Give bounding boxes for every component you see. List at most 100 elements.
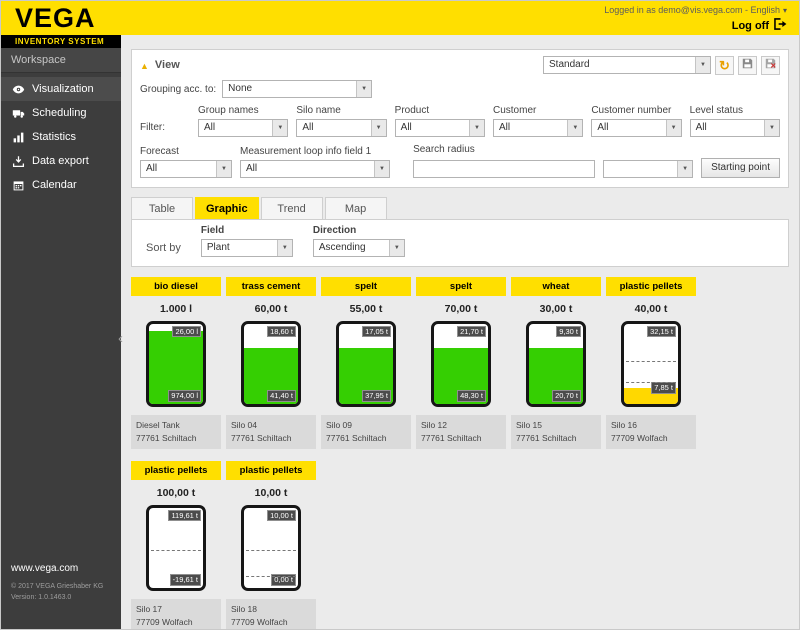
filter-field-label: Group names [198, 105, 288, 116]
silo-card-diesel-tank[interactable]: bio diesel 1.000 l 26,00 l 974,00 l Dies… [131, 277, 221, 449]
view-preset-select[interactable]: Standard [543, 56, 711, 74]
filter-field-label: Level status [690, 105, 780, 116]
sort-field-select[interactable]: Plant [201, 239, 293, 257]
silo-location: 77761 Schiltach [421, 432, 501, 445]
top-header: VEGA Logged in as demo@vis.vega.com - En… [1, 1, 799, 35]
sidebar-item-calendar[interactable]: Calendar [1, 173, 121, 197]
filter-selects-row1: Group names All Silo name All Product Al… [198, 105, 780, 137]
collapse-arrow-icon[interactable] [140, 56, 149, 74]
filter-select-silo-name[interactable]: All [296, 119, 386, 137]
grouping-value: None [228, 83, 252, 94]
filter-row-2: Forecast All Measurement loop info field… [140, 144, 780, 178]
grouping-select[interactable]: None [222, 80, 372, 98]
silo-capacity-label: 1.000 l [131, 296, 221, 321]
filter-field: Silo name All [296, 105, 386, 137]
filter-field: Measurement loop info field 1 All [240, 146, 390, 178]
tank-top-badge: 18,60 t [267, 326, 296, 338]
silo-card-silo-16[interactable]: plastic pellets 40,00 t 32,15 t 7,85 t S… [606, 277, 696, 449]
filter-field-label: Silo name [296, 105, 386, 116]
filter-select-group-names[interactable]: All [198, 119, 288, 137]
silo-tank-graphic: 10,00 t 0,00 t [241, 505, 301, 591]
tab-map[interactable]: Map [325, 197, 387, 219]
sidebar-collapse-handle[interactable]: ‹ [118, 332, 123, 346]
tab-graphic[interactable]: Graphic [195, 197, 259, 219]
save-view-button[interactable] [738, 56, 757, 75]
logoff-button[interactable]: Log off [604, 18, 787, 33]
silo-product-label: spelt [416, 277, 506, 296]
filter-field: Forecast All [140, 146, 232, 178]
silo-card-silo-18[interactable]: plastic pellets 10,00 t 10,00 t 0,00 t S… [226, 461, 316, 629]
tab-label: Graphic [206, 203, 248, 215]
workspace-title: Workspace [1, 48, 121, 73]
silo-tank-graphic: 21,70 t 48,30 t [431, 321, 491, 407]
tank-bottom-badge: 20,70 t [552, 390, 581, 402]
filter-field-label: Product [395, 105, 485, 116]
sort-field-value: Plant [207, 242, 230, 253]
silo-location: 77761 Schiltach [136, 432, 216, 445]
filter-select-level-status[interactable]: All [690, 119, 780, 137]
silo-card-silo-04[interactable]: trass cement 60,00 t 18,60 t 41,40 t Sil… [226, 277, 316, 449]
calendar-icon [11, 178, 25, 192]
view-panel: View Standard ↻ Grouping acc. to: None F… [131, 49, 789, 188]
silo-card-silo-09[interactable]: spelt 55,00 t 17,05 t 37,95 t Silo 09 77… [321, 277, 411, 449]
search-radius-unit-select[interactable] [603, 160, 693, 178]
sort-by-label: Sort by [146, 242, 181, 257]
login-text: Logged in as demo@vis.vega.com - English [604, 5, 780, 15]
sort-direction-group: Direction Ascending [313, 225, 405, 257]
tank-top-badge: 21,70 t [457, 326, 486, 338]
threshold-dash-line [246, 576, 296, 577]
filter-select-measurement-loop-info-field-1[interactable]: All [240, 160, 390, 178]
tank-bottom-badge: 7,85 t [651, 382, 676, 394]
tank-bottom-badge: 41,40 t [267, 390, 296, 402]
account-menu[interactable]: Logged in as demo@vis.vega.com - English… [604, 5, 787, 15]
sidebar-item-visualization[interactable]: Visualization [1, 77, 121, 101]
sidebar-item-scheduling[interactable]: Scheduling [1, 101, 121, 125]
filter-select-product[interactable]: All [395, 119, 485, 137]
silo-capacity-label: 40,00 t [606, 296, 696, 321]
silo-card-silo-15[interactable]: wheat 30,00 t 9,30 t 20,70 t Silo 15 777… [511, 277, 601, 449]
menu-label: Statistics [32, 131, 76, 143]
truck-icon [11, 106, 25, 120]
filter-value: All [204, 122, 215, 133]
silo-location: 77709 Wolfach [136, 616, 216, 629]
silo-tank-graphic: 18,60 t 41,40 t [241, 321, 301, 407]
filter-field: Group names All [198, 105, 288, 137]
sidebar-item-statistics[interactable]: Statistics [1, 125, 121, 149]
filter-select-customer[interactable]: All [493, 119, 583, 137]
menu-label: Scheduling [32, 107, 86, 119]
threshold-dash-line [151, 550, 201, 551]
sidebar-item-data-export[interactable]: Data export [1, 149, 121, 173]
search-radius-input[interactable] [413, 160, 595, 178]
filter-select-forecast[interactable]: All [140, 160, 232, 178]
silo-card-footer: Silo 09 77761 Schiltach [321, 415, 411, 449]
vega-website-link[interactable]: www.vega.com [11, 563, 103, 574]
vega-logo: VEGA [1, 1, 96, 35]
silo-product-label: trass cement [226, 277, 316, 296]
sort-direction-select[interactable]: Ascending [313, 239, 405, 257]
tab-trend[interactable]: Trend [261, 197, 323, 219]
starting-point-button[interactable]: Starting point [701, 158, 780, 178]
view-tabs: Table Graphic TrendMap [131, 197, 789, 219]
inventory-system-banner: INVENTORY SYSTEM [1, 35, 121, 48]
filter-field: Customer All [493, 105, 583, 137]
refresh-view-button[interactable]: ↻ [715, 56, 734, 75]
search-radius-field: Search radius [413, 144, 595, 178]
threshold-dash-line [626, 382, 676, 383]
view-panel-title: View [155, 59, 180, 71]
sidebar-menu: Visualization Scheduling Statistics Data… [1, 73, 121, 197]
delete-disk-icon [765, 56, 776, 74]
filter-value: All [146, 163, 157, 174]
filter-selects-row2: Forecast All Measurement loop info field… [140, 146, 405, 178]
filter-row-1: Filter: Group names All Silo name All Pr… [140, 105, 780, 137]
silo-card-footer: Silo 15 77761 Schiltach [511, 415, 601, 449]
silo-card-footer: Silo 12 77761 Schiltach [416, 415, 506, 449]
sort-direction-value: Ascending [319, 242, 366, 253]
filter-field-label: Forecast [140, 146, 232, 157]
search-radius-label: Search radius [413, 144, 595, 155]
silo-card-silo-12[interactable]: spelt 70,00 t 21,70 t 48,30 t Silo 12 77… [416, 277, 506, 449]
silo-tank-graphic: 26,00 l 974,00 l [146, 321, 206, 407]
silo-card-silo-17[interactable]: plastic pellets 100,00 t 119,61 t -19,61… [131, 461, 221, 629]
delete-view-button[interactable] [761, 56, 780, 75]
filter-select-customer-number[interactable]: All [591, 119, 681, 137]
tab-table[interactable]: Table [131, 197, 193, 219]
